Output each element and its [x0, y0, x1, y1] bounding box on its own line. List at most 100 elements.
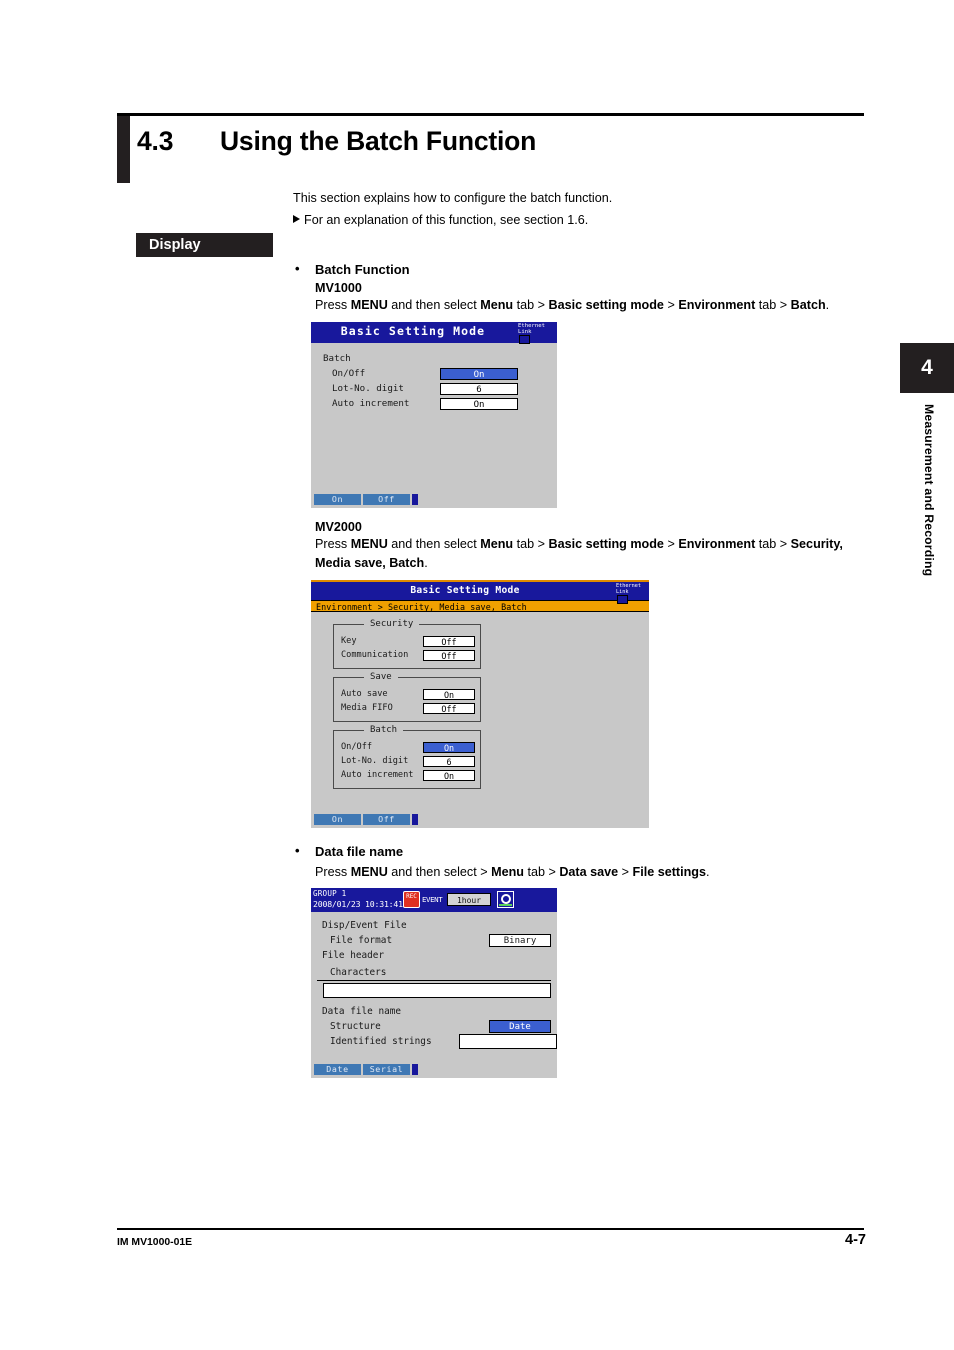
ethernet-label-line2: Link [518, 328, 532, 335]
mv2000-screen-title: Basic Setting Mode [410, 584, 520, 596]
setting-row: On/Off On [323, 367, 557, 381]
chapter-tab-number: 4 [900, 343, 954, 393]
section-accent-bar [117, 116, 130, 183]
file-format-value[interactable]: Binary [489, 934, 551, 947]
setting-row: Communication Off [334, 649, 480, 662]
mv1000-instruction: Press MENU and then select Menu tab > Ba… [293, 296, 873, 316]
structure-label: Structure [330, 1021, 381, 1032]
softkey-serial[interactable]: Serial [363, 1064, 410, 1075]
intro-line-2-wrap: For an explanation of this function, see… [293, 210, 853, 230]
setting-row: On/Off On [334, 741, 480, 754]
intro-line-1: This section explains how to configure t… [293, 191, 613, 205]
ring-icon [500, 893, 511, 904]
instr-text: Press [315, 536, 351, 551]
mv2000-softkey-bar: On Off [311, 813, 418, 825]
instr-environment: Environment [678, 536, 756, 551]
instr-file-settings: File settings [632, 864, 706, 879]
instr-text: > [663, 536, 679, 551]
instr-text: Press [315, 864, 351, 879]
event-label: EVENT [422, 895, 443, 904]
setting-value-auto-increment[interactable]: On [440, 397, 518, 410]
softkey-date[interactable]: Date [314, 1064, 361, 1075]
section-title-text: Using the Batch Function [220, 125, 537, 156]
instr-basic-setting-mode: Basic setting mode [548, 298, 664, 312]
instr-text: . [424, 556, 428, 570]
ethernet-label-line2: Link [616, 588, 629, 595]
footer-rule [117, 1228, 864, 1230]
setting-row: Lot-No. digit 6 [323, 382, 557, 396]
intro-paragraph: This section explains how to configure t… [293, 188, 853, 230]
footer-document-id: IM MV1000-01E [117, 1237, 193, 1248]
mv1000-label: MV1000 [315, 281, 362, 295]
setting-value-lot-no-digit[interactable]: 6 [440, 382, 518, 395]
disp-event-file-heading: Disp/Event File [322, 920, 407, 931]
mv1000-titlebar: Basic Setting Mode Ethernet Link [311, 321, 557, 344]
characters-label: Characters [317, 965, 551, 981]
content-column: Batch Function MV1000 Press MENU and the… [293, 261, 873, 1078]
instr-tab-menu: Menu [480, 298, 514, 312]
manual-page: 4.3 Using the Batch Function This sectio… [0, 0, 954, 1350]
instr-text: tab > [513, 298, 549, 312]
setting-row: Auto save On [334, 688, 480, 701]
setting-value-auto-increment[interactable]: On [423, 769, 475, 781]
instr-text: . [705, 864, 710, 879]
mv2000-breadcrumb: Environment > Security, Media save, Batc… [311, 599, 649, 612]
setting-row: Auto increment On [323, 397, 557, 411]
instr-environment: Environment [678, 298, 756, 312]
softkey-off[interactable]: Off [363, 493, 410, 505]
characters-input[interactable] [323, 983, 551, 998]
structure-row: Structure Date [317, 1019, 557, 1034]
group-save: Save Auto save On Media FIFO Off [333, 671, 481, 722]
setting-value-communication[interactable]: Off [423, 649, 475, 661]
instr-key-menu: MENU [350, 536, 388, 551]
group-caption: Save [364, 671, 398, 682]
data-file-screenshot: GROUP 1 2008/01/23 10:31:41 REC EVENT 1h… [311, 888, 557, 1078]
instr-text: tab > [755, 298, 791, 312]
data-file-name-heading: Data file name [322, 1006, 402, 1017]
identified-strings-label: Identified strings [330, 1036, 432, 1047]
structure-value[interactable]: Date [489, 1020, 551, 1033]
instr-text: . [825, 298, 830, 312]
mv2000-titlebar: Basic Setting Mode Ethernet Link [311, 581, 649, 604]
file-format-label: File format [330, 935, 393, 946]
file-settings-list: Disp/Event File File format Binary File … [311, 912, 557, 1049]
section-number: 4.3 [137, 125, 174, 156]
softkey-on[interactable]: On [314, 813, 361, 825]
header-rule [117, 113, 864, 116]
setting-value-lot-no-digit[interactable]: 6 [423, 755, 475, 767]
mv2000-groups: Security Key Off Communication Off Save … [311, 612, 649, 789]
setting-value-key[interactable]: Off [423, 635, 475, 647]
instr-key-menu: MENU [350, 864, 388, 879]
intro-line-2: For an explanation of this function, see… [304, 213, 589, 227]
recording-icon: REC [403, 891, 420, 908]
footer-page-number: 4-7 [845, 1232, 866, 1248]
mv1000-screenshot: Basic Setting Mode Ethernet Link Batch O… [311, 321, 557, 508]
setting-value-auto-save[interactable]: On [423, 688, 475, 700]
setting-label: Media FIFO [341, 703, 393, 713]
setting-label: Auto increment [341, 770, 414, 780]
setting-row: Key Off [334, 635, 480, 648]
status-indicator-icon[interactable] [497, 891, 514, 908]
file-softkey-bar: Date Serial [311, 1064, 418, 1075]
setting-row: Media FIFO Off [334, 702, 480, 715]
data-file-name-heading: Data file name [293, 843, 873, 859]
recording-rate-value[interactable]: 1hour [447, 893, 491, 906]
setting-value-onoff[interactable]: On [423, 741, 475, 753]
setting-label: Auto increment [332, 397, 410, 409]
softkey-on[interactable]: On [314, 493, 361, 505]
display-section-tag: Display [136, 233, 273, 257]
group-title: GROUP 1 [313, 889, 347, 898]
ethernet-link-lamp-icon [617, 594, 628, 604]
setting-value-onoff[interactable]: On [440, 367, 518, 380]
setting-value-media-fifo[interactable]: Off [423, 702, 475, 714]
status-bar-icon [499, 903, 512, 906]
instr-text: Press [315, 298, 351, 312]
mv2000-instruction: Press MENU and then select Menu tab > Ba… [293, 535, 873, 574]
softkey-blank [412, 1064, 418, 1075]
triangle-bullet-icon [293, 215, 300, 223]
softkey-off[interactable]: Off [363, 813, 410, 825]
identified-strings-input[interactable] [459, 1034, 557, 1049]
batch-function-heading: Batch Function [293, 261, 873, 277]
instr-key-menu: MENU [350, 298, 388, 312]
softkey-blank [412, 813, 418, 825]
